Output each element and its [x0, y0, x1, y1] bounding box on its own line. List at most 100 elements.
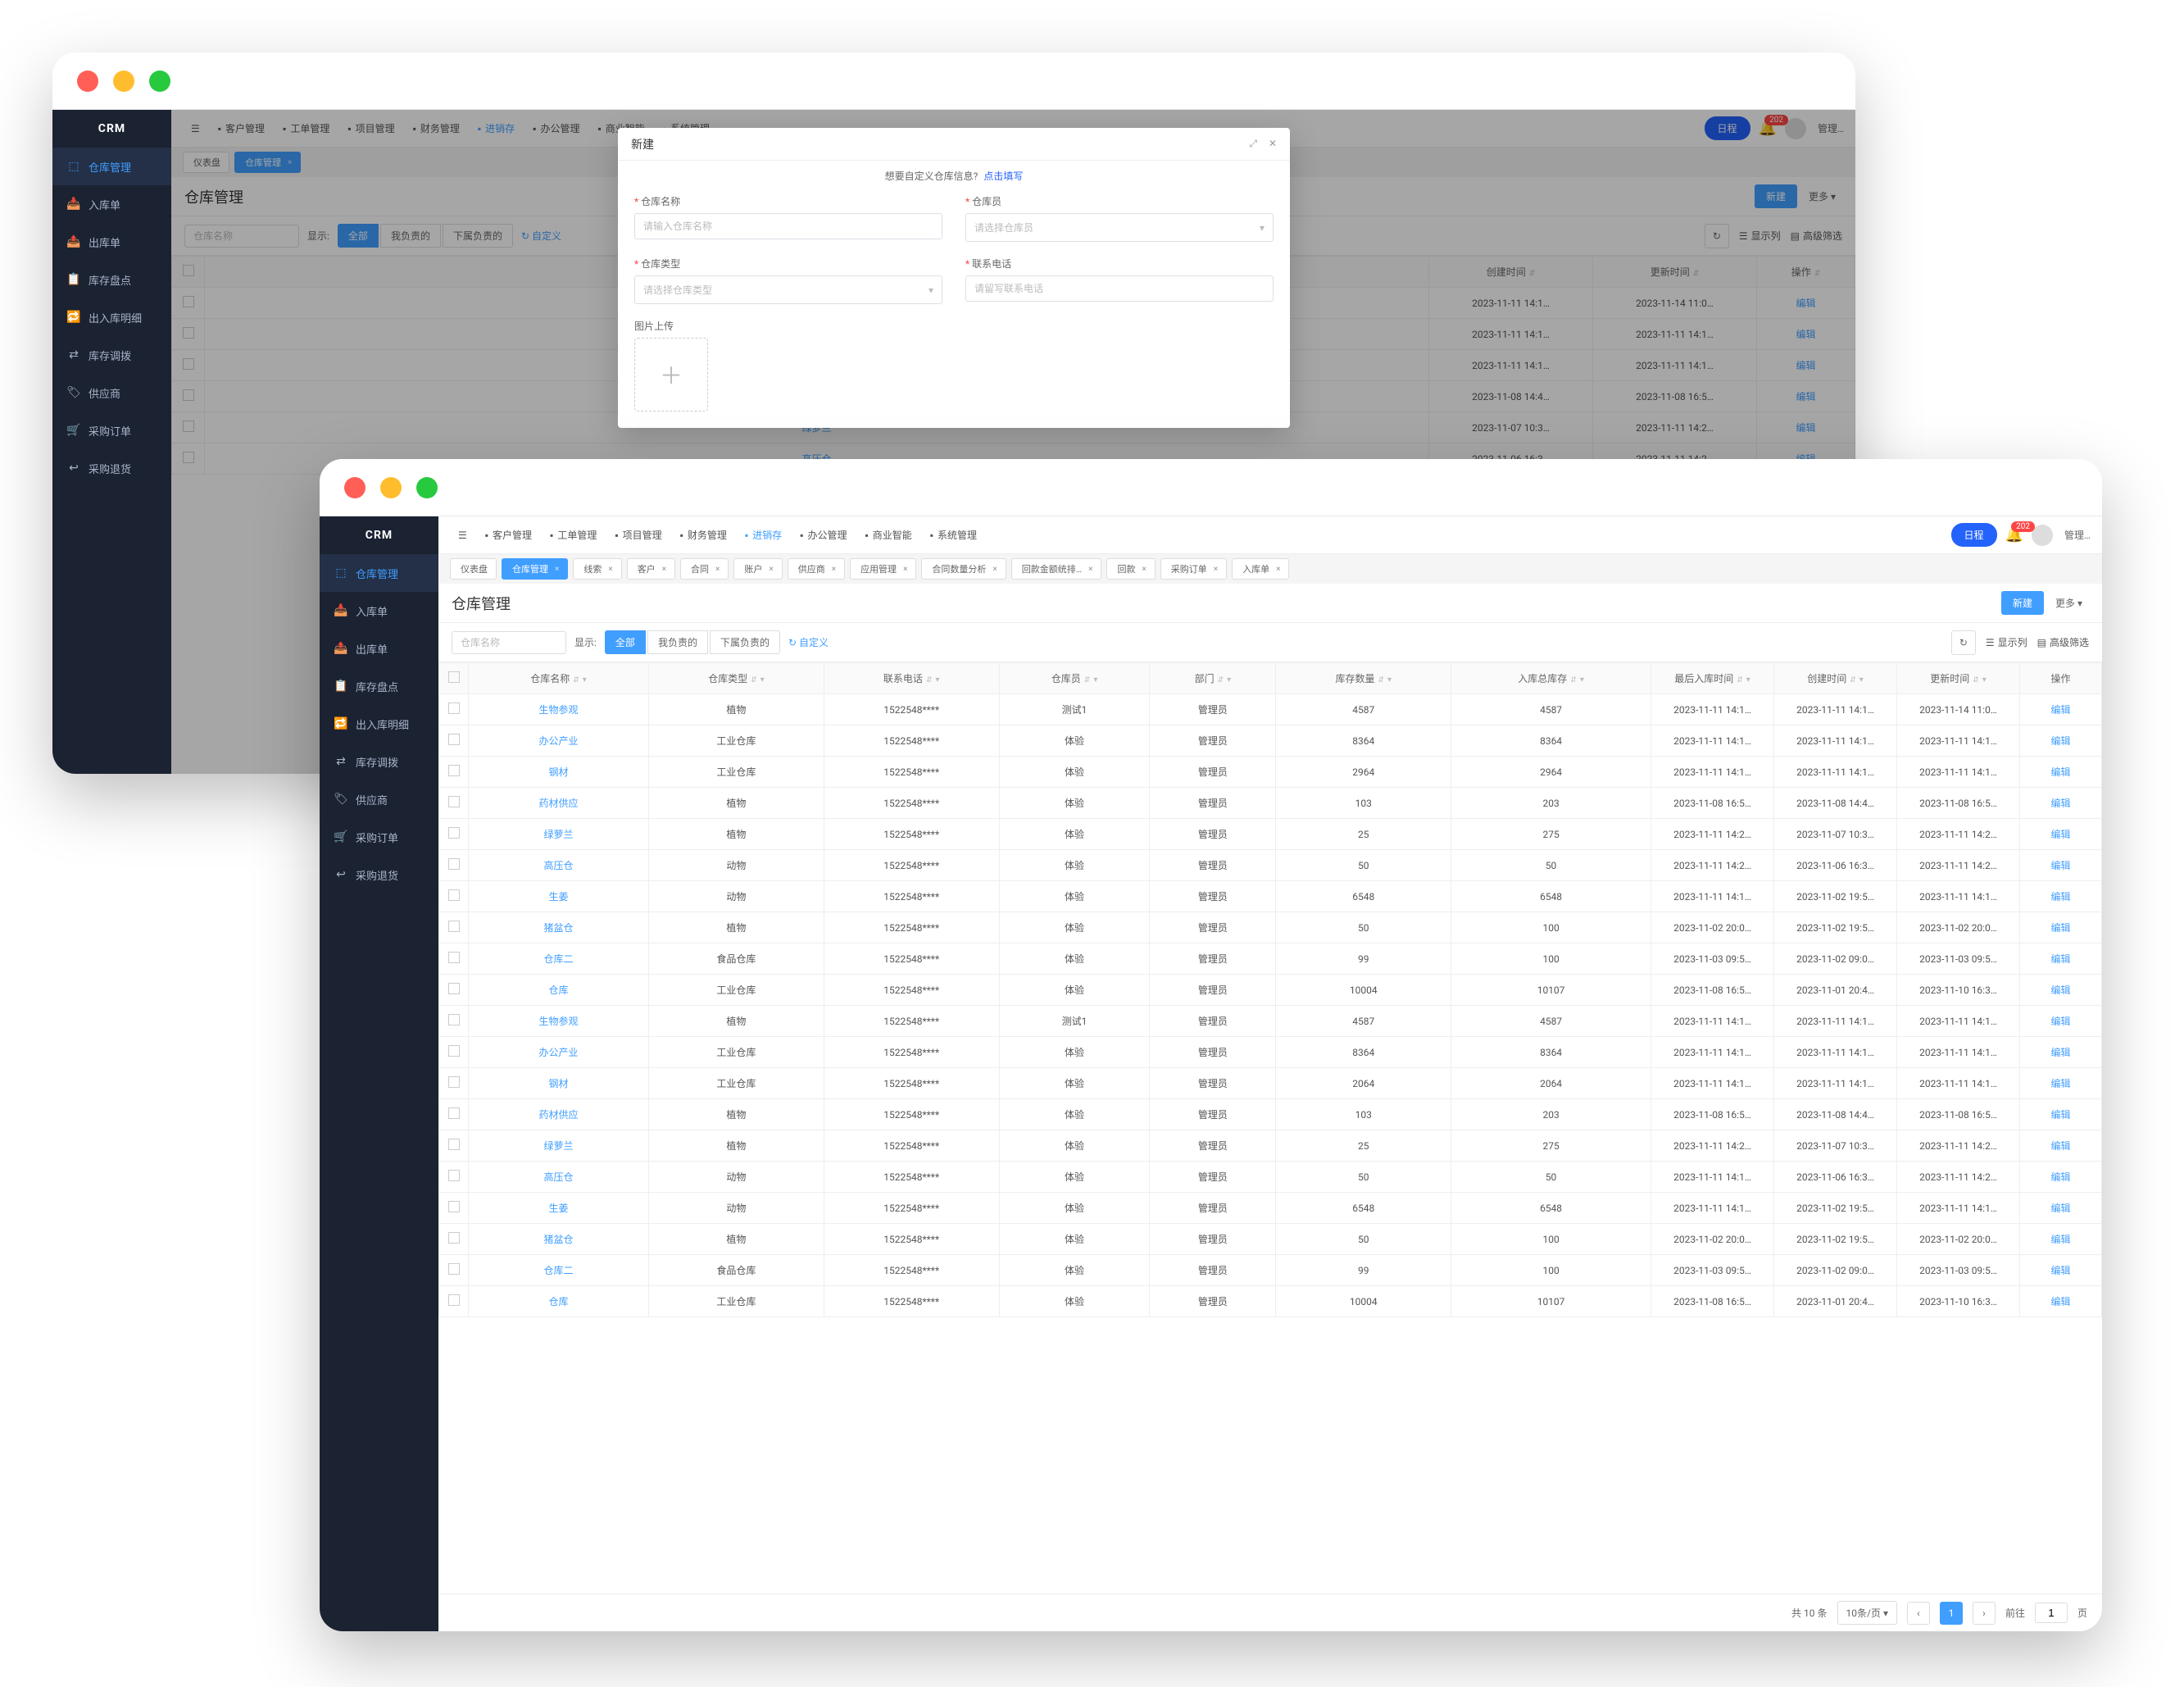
- sidebar-item-采购退货[interactable]: ↩采购退货: [52, 449, 171, 487]
- tab-账户[interactable]: 账户×: [733, 558, 782, 580]
- cell-name[interactable]: 高压仓: [469, 850, 649, 881]
- column-header[interactable]: 更新时间⇵: [1593, 257, 1757, 288]
- filter-icon[interactable]: ▾: [1859, 675, 1864, 684]
- menu-toggle-button[interactable]: ☰: [183, 118, 208, 139]
- tab-供应商[interactable]: 供应商×: [788, 558, 845, 580]
- cell-name[interactable]: 药材供应: [469, 1099, 649, 1130]
- phone-field[interactable]: [965, 275, 1274, 302]
- row-checkbox[interactable]: [183, 327, 194, 339]
- topnav-item-项目管理[interactable]: ▪ 项目管理: [339, 116, 402, 140]
- column-header[interactable]: 库存数量⇵▾: [1276, 663, 1451, 694]
- filter-icon[interactable]: ▾: [1746, 675, 1750, 684]
- edit-button[interactable]: 编辑: [2020, 1162, 2102, 1193]
- tab-仓库管理[interactable]: 仓库管理×: [234, 152, 301, 173]
- row-checkbox[interactable]: [448, 858, 460, 870]
- tab-入库单[interactable]: 入库单×: [1232, 558, 1289, 580]
- edit-button[interactable]: 编辑: [2020, 1193, 2102, 1224]
- edit-button[interactable]: 编辑: [2020, 975, 2102, 1006]
- segment-我负责的[interactable]: 我负责的: [647, 630, 708, 654]
- sidebar-item-入库单[interactable]: 📥入库单: [320, 592, 438, 630]
- sort-icon[interactable]: ⇵: [926, 676, 933, 684]
- sort-icon[interactable]: ⇵: [1693, 270, 1700, 278]
- more-button[interactable]: 更多 ▾: [1802, 184, 1842, 208]
- row-checkbox[interactable]: [448, 703, 460, 714]
- edit-button[interactable]: 编辑: [2020, 881, 2102, 912]
- edit-button[interactable]: 编辑: [2020, 757, 2102, 788]
- edit-button[interactable]: 编辑: [2020, 1255, 2102, 1286]
- notifications-button[interactable]: 🔔 202: [2005, 526, 2023, 543]
- topnav-item-办公管理[interactable]: ▪ 办公管理: [792, 523, 855, 547]
- cell-name[interactable]: 生姜: [469, 1193, 649, 1224]
- menu-toggle-button[interactable]: ☰: [450, 525, 475, 546]
- row-checkbox[interactable]: [448, 1139, 460, 1150]
- cell-name[interactable]: 绿萝兰: [469, 1130, 649, 1162]
- schedule-button[interactable]: 日程: [1951, 523, 1997, 547]
- row-checkbox[interactable]: [448, 1045, 460, 1057]
- expand-icon[interactable]: ⤢: [1249, 138, 1257, 150]
- tab-close-icon[interactable]: ×: [1276, 565, 1280, 574]
- sidebar-item-出库单[interactable]: 📤出库单: [320, 630, 438, 667]
- topnav-item-工单管理[interactable]: ▪ 工单管理: [542, 523, 605, 547]
- cell-name[interactable]: 仓库二: [469, 944, 649, 975]
- sort-icon[interactable]: ⇵: [1973, 676, 1979, 684]
- edit-button[interactable]: 编辑: [2020, 788, 2102, 819]
- sidebar-item-库存调拨[interactable]: ⇄库存调拨: [52, 336, 171, 374]
- sidebar-item-仓库管理[interactable]: ⬚仓库管理: [320, 554, 438, 592]
- filter-icon[interactable]: ▾: [1982, 675, 1986, 684]
- edit-button[interactable]: 编辑: [1757, 319, 1855, 350]
- cell-name[interactable]: 仓库: [469, 1286, 649, 1317]
- tab-回款金额统排…[interactable]: 回款金额统排…×: [1011, 558, 1102, 580]
- row-checkbox[interactable]: [448, 889, 460, 901]
- traffic-light-min-icon[interactable]: [380, 477, 402, 498]
- row-checkbox[interactable]: [448, 1263, 460, 1275]
- edit-button[interactable]: 编辑: [2020, 1286, 2102, 1317]
- filter-icon[interactable]: ▾: [583, 675, 587, 684]
- traffic-light-min-icon[interactable]: [113, 70, 134, 92]
- tab-仓库管理[interactable]: 仓库管理×: [502, 558, 568, 580]
- sort-icon[interactable]: ⇵: [1737, 676, 1743, 684]
- custom-filter-button[interactable]: ↻ 自定义: [788, 635, 829, 649]
- edit-button[interactable]: 编辑: [2020, 1224, 2102, 1255]
- sort-icon[interactable]: ⇵: [1850, 676, 1856, 684]
- search-input[interactable]: [184, 225, 299, 248]
- sidebar-item-供应商[interactable]: 🏷供应商: [52, 374, 171, 412]
- filter-icon[interactable]: ▾: [1227, 675, 1231, 684]
- topnav-item-进销存[interactable]: ▪ 进销存: [470, 116, 523, 140]
- row-checkbox[interactable]: [448, 1201, 460, 1212]
- tab-close-icon[interactable]: ×: [992, 565, 997, 574]
- filter-icon[interactable]: ▾: [1387, 675, 1392, 684]
- topnav-item-进销存[interactable]: ▪ 进销存: [737, 523, 790, 547]
- row-checkbox[interactable]: [448, 921, 460, 932]
- cell-name[interactable]: 高压仓: [469, 1162, 649, 1193]
- tab-合同数量分析[interactable]: 合同数量分析×: [921, 558, 1006, 580]
- row-checkbox[interactable]: [448, 1232, 460, 1244]
- advanced-filter-button[interactable]: ▤ 高级筛选: [2037, 635, 2089, 649]
- refresh-button[interactable]: ↻: [1705, 224, 1729, 248]
- avatar[interactable]: [1785, 118, 1806, 139]
- edit-button[interactable]: 编辑: [2020, 1130, 2102, 1162]
- tab-回款[interactable]: 回款×: [1106, 558, 1155, 580]
- edit-button[interactable]: 编辑: [1757, 412, 1855, 443]
- column-header[interactable]: 部门⇵▾: [1150, 663, 1276, 694]
- traffic-light-close-icon[interactable]: [77, 70, 98, 92]
- sort-icon[interactable]: ⇵: [1529, 270, 1536, 278]
- cell-name[interactable]: 生物参观: [469, 1006, 649, 1037]
- warehouse-name-field[interactable]: [634, 213, 942, 239]
- edit-button[interactable]: 编辑: [2020, 819, 2102, 850]
- sort-icon[interactable]: ⇵: [1218, 676, 1224, 684]
- cell-name[interactable]: 仓库二: [469, 1255, 649, 1286]
- tab-close-icon[interactable]: ×: [662, 565, 666, 574]
- topnav-item-商业智能[interactable]: ▪ 商业智能: [856, 523, 919, 547]
- select-all-checkbox[interactable]: [183, 265, 194, 276]
- prev-page-button[interactable]: ‹: [1907, 1602, 1930, 1625]
- notifications-button[interactable]: 🔔 202: [1759, 120, 1777, 137]
- sidebar-item-出库单[interactable]: 📤出库单: [52, 223, 171, 261]
- topnav-item-财务管理[interactable]: ▪ 财务管理: [405, 116, 468, 140]
- sort-icon[interactable]: ⇵: [1378, 676, 1384, 684]
- topnav-item-客户管理[interactable]: ▪ 客户管理: [210, 116, 273, 140]
- column-header[interactable]: 创建时间⇵▾: [1774, 663, 1897, 694]
- row-checkbox[interactable]: [448, 796, 460, 807]
- traffic-light-max-icon[interactable]: [149, 70, 170, 92]
- sort-icon[interactable]: ⇵: [751, 676, 757, 684]
- column-header[interactable]: 操作: [2020, 663, 2102, 694]
